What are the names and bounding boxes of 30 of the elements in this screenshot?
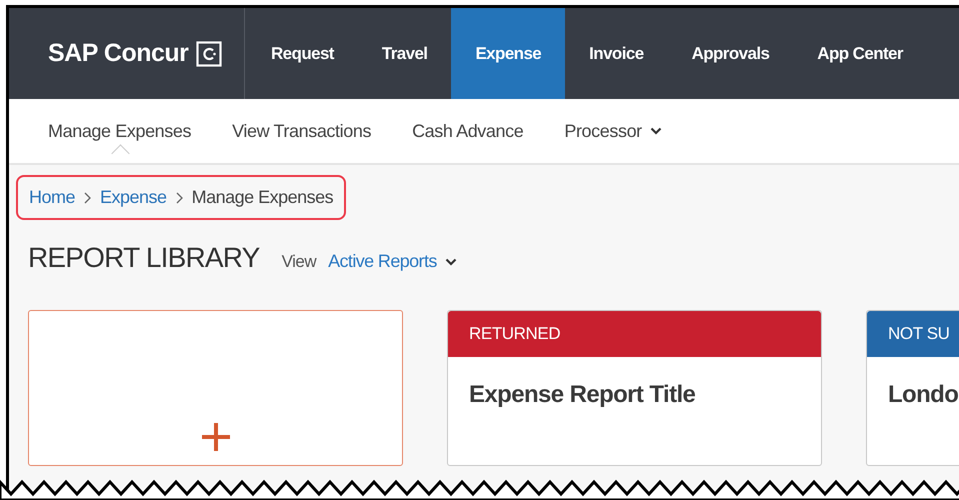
- chevron-right-icon: [176, 192, 183, 204]
- breadcrumb-link[interactable]: Expense: [100, 187, 167, 208]
- nav-tab[interactable]: Request: [247, 8, 358, 99]
- report-title: Expense Report Title: [469, 381, 696, 409]
- plus-icon: [200, 421, 232, 453]
- breadcrumb-link[interactable]: Home: [29, 187, 76, 208]
- nav-tab[interactable]: Travel: [358, 8, 452, 99]
- logo-text[interactable]: SAP Concur: [48, 39, 188, 68]
- subnav-link[interactable]: View Transactions: [232, 99, 372, 163]
- nav-tab[interactable]: Approvals: [668, 8, 794, 99]
- nav-tab[interactable]: Invoice: [565, 8, 668, 99]
- nav-tab[interactable]: Expense: [451, 8, 566, 99]
- breadcrumb-current: Manage Expenses: [192, 187, 334, 208]
- status-banner: RETURNED: [448, 311, 821, 357]
- new-report-card[interactable]: [28, 310, 403, 466]
- subnav-link[interactable]: Processor: [564, 99, 662, 163]
- report-card[interactable]: RETURNED Expense Report Title: [447, 310, 822, 466]
- chevron-right-icon: [84, 192, 92, 204]
- chevron-down-icon: [650, 127, 662, 135]
- status-banner: NOT SU: [867, 311, 959, 357]
- logo-icon: [196, 40, 222, 66]
- report-title: Londo: [888, 381, 959, 409]
- nav-tab[interactable]: App Center: [793, 8, 927, 99]
- page-title: REPORT LIBRARY: [28, 242, 260, 274]
- subnav-link[interactable]: Manage Expenses: [48, 99, 192, 163]
- chevron-down-icon: [444, 258, 457, 266]
- view-dropdown[interactable]: Active Reports: [328, 251, 457, 272]
- view-label: View: [282, 252, 316, 272]
- subnav-link[interactable]: Cash Advance: [412, 99, 524, 163]
- report-card[interactable]: NOT SU Londo: [866, 310, 959, 466]
